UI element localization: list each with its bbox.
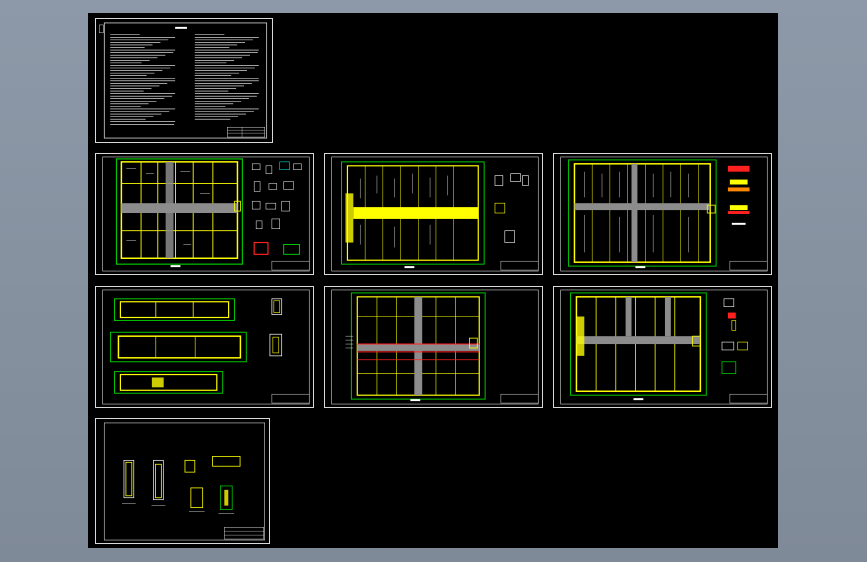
sheet-drainage-plan[interactable] — [324, 153, 543, 275]
sheet-plan-with-details[interactable] — [553, 286, 772, 408]
notes-drawing — [99, 22, 268, 139]
plan-drawing-4 — [560, 156, 768, 272]
plan-drawing-6 — [331, 289, 539, 405]
sheet-roof-drainage-plan[interactable] — [553, 153, 772, 275]
plan-drawing-3 — [331, 156, 539, 272]
plan-drawing-2 — [102, 156, 310, 272]
sheet-water-supply-drainage-plan[interactable] — [95, 153, 314, 275]
section-drawing-5 — [102, 289, 310, 405]
sheet-detail-drawings[interactable] — [95, 418, 270, 544]
sheet-pipe-plan[interactable] — [324, 286, 543, 408]
sheet-section-elevations[interactable] — [95, 286, 314, 408]
cad-model-space[interactable] — [88, 13, 778, 548]
sheet-general-notes[interactable] — [95, 18, 273, 143]
plan-drawing-7 — [560, 289, 768, 405]
detail-drawing-8 — [103, 422, 265, 541]
